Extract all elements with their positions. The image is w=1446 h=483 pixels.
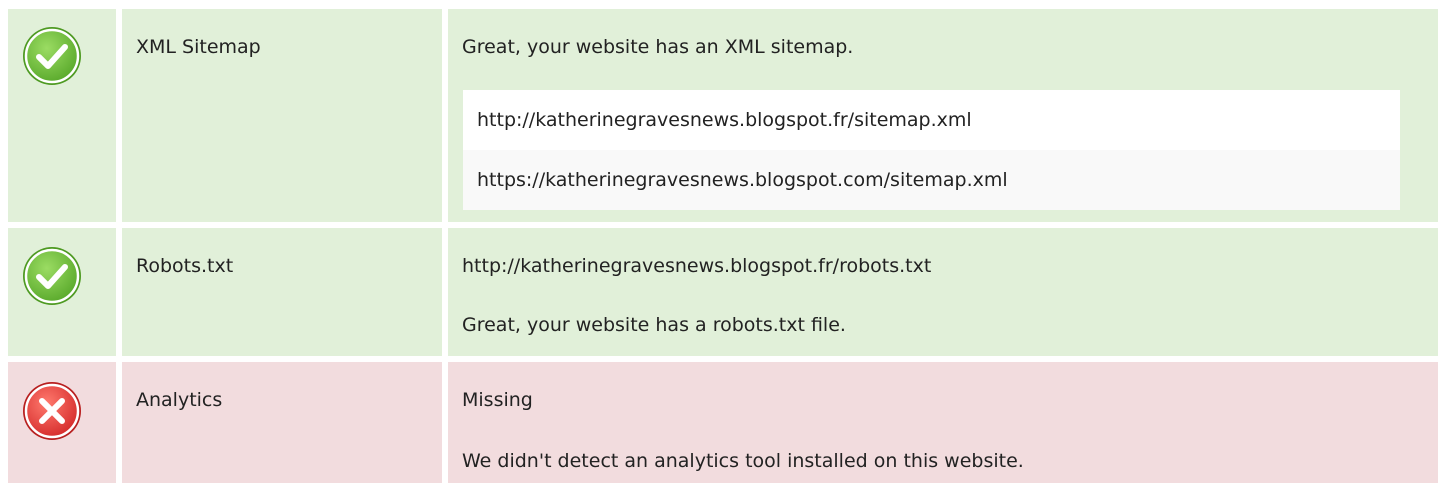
sitemap-url: https://katherinegravesnews.blogspot.com… <box>477 169 1008 191</box>
robots-url: http://katherinegravesnews.blogspot.fr/r… <box>462 255 932 277</box>
check-circle-icon <box>23 247 81 305</box>
sitemap-url: http://katherinegravesnews.blogspot.fr/s… <box>477 109 972 131</box>
result-status: Missing <box>462 389 533 411</box>
check-label: Analytics <box>136 389 223 411</box>
result-message: We didn't detect an analytics tool insta… <box>462 450 1024 472</box>
x-circle-icon <box>23 382 81 440</box>
sitemap-url-list: http://katherinegravesnews.blogspot.fr/s… <box>463 90 1400 210</box>
status-cell <box>8 362 116 483</box>
check-label: Robots.txt <box>136 255 234 277</box>
check-row-robots-txt: Robots.txt http://katherinegravesnews.bl… <box>8 228 1438 356</box>
check-row-analytics: Analytics Missing We didn't detect an an… <box>8 362 1438 483</box>
check-label: XML Sitemap <box>136 36 261 58</box>
check-result-cell: Great, your website has an XML sitemap. … <box>448 9 1438 222</box>
check-circle-icon <box>23 27 81 85</box>
check-label-cell: Analytics <box>122 362 442 483</box>
result-message: Great, your website has an XML sitemap. <box>462 36 854 58</box>
check-result-cell: Missing We didn't detect an analytics to… <box>448 362 1438 483</box>
check-label-cell: XML Sitemap <box>122 9 442 222</box>
result-message: Great, your website has a robots.txt fil… <box>462 314 846 336</box>
check-label-cell: Robots.txt <box>122 228 442 356</box>
list-item: https://katherinegravesnews.blogspot.com… <box>463 150 1400 210</box>
check-result-cell: http://katherinegravesnews.blogspot.fr/r… <box>448 228 1438 356</box>
check-row-xml-sitemap: XML Sitemap Great, your website has an X… <box>8 9 1438 222</box>
status-cell <box>8 9 116 222</box>
status-cell <box>8 228 116 356</box>
list-item: http://katherinegravesnews.blogspot.fr/s… <box>463 90 1400 150</box>
